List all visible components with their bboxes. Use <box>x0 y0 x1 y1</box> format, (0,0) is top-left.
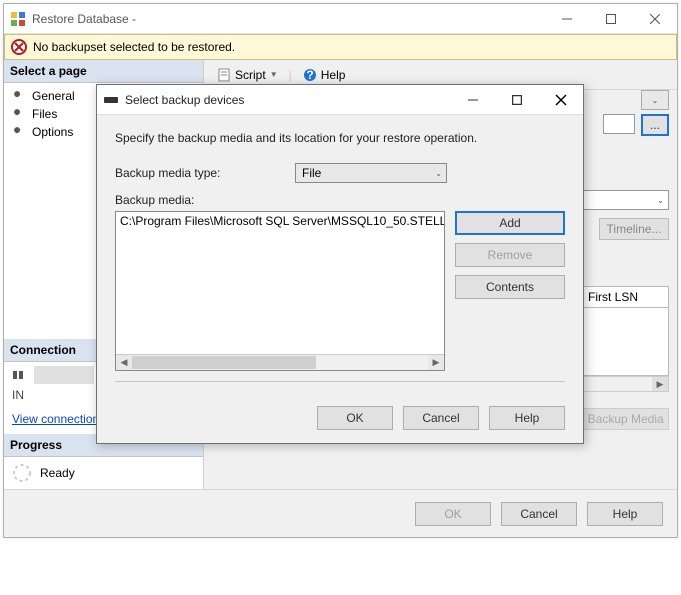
chevron-down-icon: ⌄ <box>652 96 659 105</box>
listbox-scrollbar[interactable]: ◀ ▶ <box>116 354 444 370</box>
device-field[interactable] <box>603 114 635 134</box>
select-page-header: Select a page <box>4 60 203 83</box>
grid-column-header[interactable]: First LSN <box>581 286 669 308</box>
media-type-row: Backup media type: File ⌄ <box>115 163 565 183</box>
script-label: Script <box>235 68 266 82</box>
dialog-title: Select backup devices <box>125 93 451 107</box>
grid-scrollbar[interactable]: ▶ <box>581 376 669 392</box>
script-icon <box>217 68 231 82</box>
media-type-label: Backup media type: <box>115 166 295 180</box>
dialog-body: Specify the backup media and its locatio… <box>97 115 583 393</box>
spinner-icon <box>12 463 32 483</box>
scroll-thumb[interactable] <box>132 356 316 369</box>
main-titlebar: Restore Database - <box>4 4 677 34</box>
wrench-icon <box>12 89 26 103</box>
media-type-combo[interactable]: File ⌄ <box>295 163 447 183</box>
contents-button[interactable]: Contents <box>455 275 565 299</box>
close-button[interactable] <box>633 4 677 33</box>
wrench-icon <box>12 107 26 121</box>
help-icon: ? <box>303 68 317 82</box>
sidebar-label-files: Files <box>32 107 57 121</box>
script-button[interactable]: Script ▼ <box>210 64 285 86</box>
minimize-button[interactable] <box>545 4 589 33</box>
scroll-left-icon[interactable]: ◀ <box>116 355 132 370</box>
dialog-maximize-button[interactable] <box>495 85 539 114</box>
main-title: Restore Database - <box>32 12 545 26</box>
device-icon <box>103 92 119 108</box>
chevron-down-icon: ⌄ <box>435 169 442 178</box>
source-combo[interactable]: ⌄ <box>641 90 669 110</box>
server-icon <box>12 369 28 381</box>
browse-button[interactable]: ... <box>641 114 669 136</box>
dialog-ok-button[interactable]: OK <box>317 406 393 430</box>
connection-name-redacted <box>34 366 94 384</box>
main-help-button[interactable]: Help <box>587 502 663 526</box>
chevron-down-icon: ▼ <box>270 70 278 79</box>
main-ok-button[interactable]: OK <box>415 502 491 526</box>
scroll-right-icon[interactable]: ▶ <box>652 377 668 391</box>
help-button-toolbar[interactable]: ? Help <box>296 64 353 86</box>
dialog-footer: OK Cancel Help <box>97 393 583 443</box>
media-area: C:\Program Files\Microsoft SQL Server\MS… <box>115 211 565 371</box>
dialog-close-button[interactable] <box>539 85 583 114</box>
scroll-track[interactable] <box>132 355 428 370</box>
sidebar-label-options: Options <box>32 125 73 139</box>
add-button[interactable]: Add <box>455 211 565 235</box>
dialog-titlebar: Select backup devices <box>97 85 583 115</box>
sidebar-label-general: General <box>32 89 75 103</box>
progress-row: Ready <box>4 457 203 489</box>
warning-bar: No backupset selected to be restored. <box>4 34 677 60</box>
app-icon <box>10 11 26 27</box>
dialog-help-button[interactable]: Help <box>489 406 565 430</box>
database-combo[interactable]: ⌄ <box>581 190 669 210</box>
dialog-cancel-button[interactable]: Cancel <box>403 406 479 430</box>
dialog-minimize-button[interactable] <box>451 85 495 114</box>
scroll-right-icon[interactable]: ▶ <box>428 355 444 370</box>
media-list-label: Backup media: <box>115 193 565 207</box>
wrench-icon <box>12 125 26 139</box>
help-label: Help <box>321 68 346 82</box>
maximize-button[interactable] <box>589 4 633 33</box>
warning-text: No backupset selected to be restored. <box>33 40 235 54</box>
media-listbox[interactable]: C:\Program Files\Microsoft SQL Server\MS… <box>115 211 445 371</box>
media-type-value: File <box>302 166 321 180</box>
main-footer: OK Cancel Help <box>4 489 677 537</box>
progress-status: Ready <box>40 466 75 480</box>
timeline-button[interactable]: Timeline... <box>599 218 669 240</box>
media-buttons: Add Remove Contents <box>455 211 565 371</box>
media-list-item[interactable]: C:\Program Files\Microsoft SQL Server\MS… <box>116 212 444 230</box>
error-icon <box>11 39 27 55</box>
select-backup-devices-dialog: Select backup devices Specify the backup… <box>96 84 584 444</box>
svg-text:?: ? <box>306 68 313 82</box>
main-cancel-button[interactable]: Cancel <box>501 502 577 526</box>
grid-body <box>581 308 669 376</box>
remove-button[interactable]: Remove <box>455 243 565 267</box>
chevron-down-icon: ⌄ <box>657 196 664 205</box>
dialog-instruction: Specify the backup media and its locatio… <box>115 131 565 145</box>
dialog-separator <box>115 381 565 382</box>
